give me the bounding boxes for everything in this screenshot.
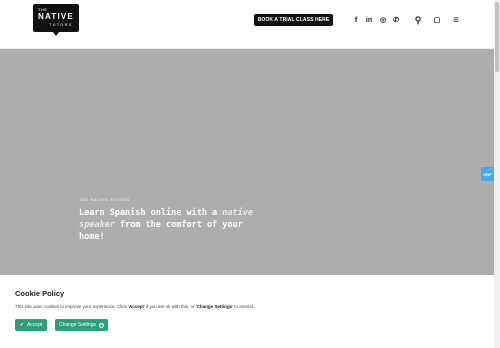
cookie-text-part-2: ' if you are ok with this, or ': [143, 304, 197, 309]
cookie-banner: [0, 275, 494, 348]
facebook-icon[interactable]: f: [350, 14, 362, 26]
cookie-title: Cookie Policy: [15, 289, 65, 298]
instagram-icon[interactable]: ◎: [377, 14, 389, 26]
site-logo[interactable]: THE NATIVE TUTORS: [33, 4, 79, 36]
cart-icon[interactable]: ▢: [431, 14, 443, 26]
page-scrollbar[interactable]: [494, 0, 500, 348]
search-icon[interactable]: ⚲: [412, 14, 424, 26]
cookie-text-part-3: ' to amend.: [232, 304, 255, 309]
cookie-accept-ref: Accept: [128, 304, 144, 309]
menu-icon[interactable]: ≡: [450, 14, 462, 26]
check-icon: ✔: [19, 322, 24, 328]
logo-line-3: TUTORS: [49, 22, 73, 27]
whatsapp-icon[interactable]: ✆: [390, 14, 402, 26]
hero-headline: Learn Spanish online with a native speak…: [79, 207, 254, 243]
site-header: THE NATIVE TUTORS BOOK A TRIAL CLASS HER…: [0, 0, 494, 49]
gear-icon: ✱: [98, 322, 104, 328]
change-settings-label: Change Settings: [59, 322, 96, 328]
accept-button[interactable]: ✔ Accept: [15, 319, 47, 331]
logo-line-2: NATIVE: [38, 12, 74, 21]
book-trial-button[interactable]: BOOK A TRIAL CLASS HERE: [254, 14, 333, 26]
linkedin-icon[interactable]: in: [363, 14, 375, 26]
change-settings-button[interactable]: Change Settings ✱: [55, 319, 108, 331]
cookie-text: This site uses cookies to improve your e…: [15, 304, 254, 309]
headline-part-1: Learn Spanish online with a: [79, 208, 223, 218]
cookie-text-part-1: This site uses cookies to improve your e…: [15, 304, 129, 309]
currency-tab[interactable]: GBP: [481, 167, 494, 181]
cookie-settings-ref: Change Settings: [196, 304, 233, 309]
hero-eyebrow: THE NATIVE TUTORS: [79, 197, 130, 202]
scrollbar-thumb[interactable]: [495, 2, 499, 72]
accept-label: Accept: [26, 322, 43, 328]
